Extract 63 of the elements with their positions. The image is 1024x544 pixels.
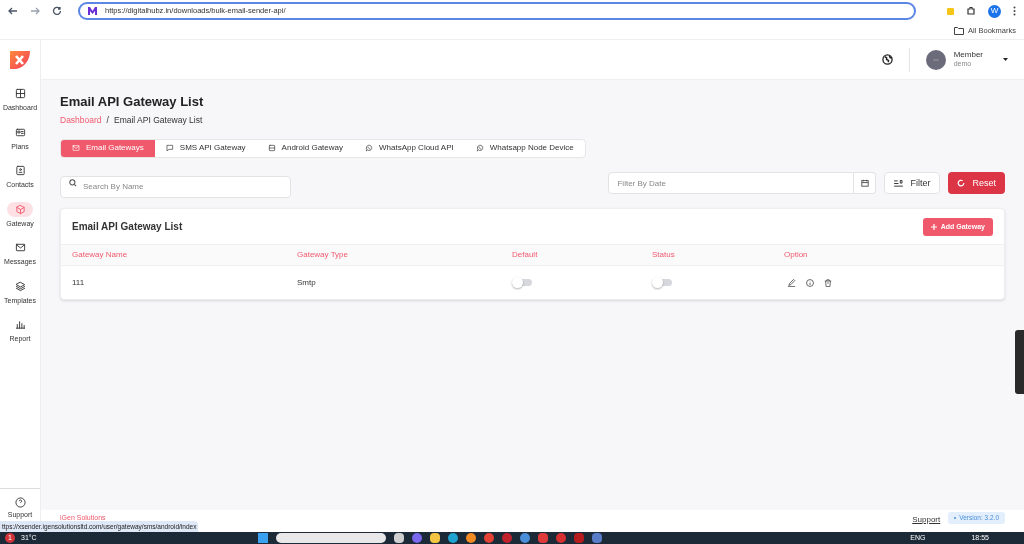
site-icon: [88, 7, 97, 15]
calendar-icon: [861, 179, 869, 188]
back-icon[interactable]: [8, 6, 18, 16]
grid-icon: [14, 88, 26, 99]
forward-icon[interactable]: [30, 6, 40, 16]
tab[interactable]: Android Gateway: [256, 139, 354, 157]
folder-icon: [954, 26, 965, 35]
start-icon[interactable]: [257, 533, 268, 543]
column-header: Gateway Type: [297, 249, 348, 262]
device-icon: [267, 144, 276, 153]
more-icon[interactable]: [1013, 6, 1016, 16]
toggle-switch[interactable]: [652, 277, 673, 289]
plus-icon: [930, 223, 937, 230]
trash-icon[interactable]: [824, 278, 832, 287]
column-header: Gateway Name: [72, 249, 128, 262]
tab[interactable]: Whatsapp Node Device: [464, 139, 585, 157]
tab[interactable]: WhatsApp Cloud API: [354, 139, 465, 157]
breadcrumb-current: Email API Gateway List: [113, 114, 203, 127]
taskbar-search-field[interactable]: [275, 533, 386, 543]
globe-icon[interactable]: [881, 54, 893, 65]
column-header: Option: [784, 249, 808, 262]
app-icon[interactable]: [447, 533, 458, 543]
footer-support-link[interactable]: Support: [912, 514, 941, 526]
toggle-switch[interactable]: [512, 277, 533, 289]
card-icon: [14, 126, 26, 138]
help-icon: [14, 496, 26, 508]
column-header: Status: [652, 249, 675, 262]
edit-icon[interactable]: [788, 278, 796, 287]
profile-avatar[interactable]: W: [988, 4, 1001, 18]
filter-button[interactable]: Filter: [884, 172, 941, 195]
breadcrumb-separator: /: [106, 114, 109, 127]
app-logo[interactable]: [9, 49, 31, 71]
reload-icon[interactable]: [52, 6, 62, 16]
envelope-icon: [72, 144, 80, 153]
tab[interactable]: SMS API Gateway: [154, 139, 257, 157]
calendar-button[interactable]: [854, 172, 877, 195]
layers-icon: [14, 280, 26, 292]
search-field[interactable]: Search By Name: [60, 175, 291, 198]
card-title: Email API Gateway List: [72, 220, 183, 235]
column-header: Default: [512, 249, 538, 262]
search-icon: [69, 179, 77, 188]
date-filter-field[interactable]: Filter By Date: [608, 172, 855, 195]
refresh-icon: [957, 179, 966, 188]
app-icon[interactable]: [393, 533, 404, 543]
chat-icon: [165, 144, 174, 153]
info-icon[interactable]: [806, 278, 814, 287]
user-avatar: [925, 49, 946, 70]
user-name: Member: [953, 50, 983, 61]
table-cell: Smtp: [297, 276, 316, 289]
cube-icon: [14, 203, 26, 215]
reset-button[interactable]: Reset: [948, 172, 1005, 195]
chat-bubble-icon: [475, 144, 484, 153]
page-title: Email API Gateway List: [60, 94, 205, 110]
table-cell: 111: [72, 276, 85, 289]
contact-icon: [14, 165, 26, 176]
chat-bubble-icon: [365, 144, 373, 153]
filter-icon: [894, 179, 904, 187]
caret-icon: [1003, 58, 1008, 61]
app-icon[interactable]: [429, 533, 440, 543]
bar-chart-icon: [14, 319, 26, 330]
envelope-icon: [14, 242, 26, 253]
app-icon[interactable]: [519, 533, 530, 543]
app-icon[interactable]: [465, 533, 476, 543]
